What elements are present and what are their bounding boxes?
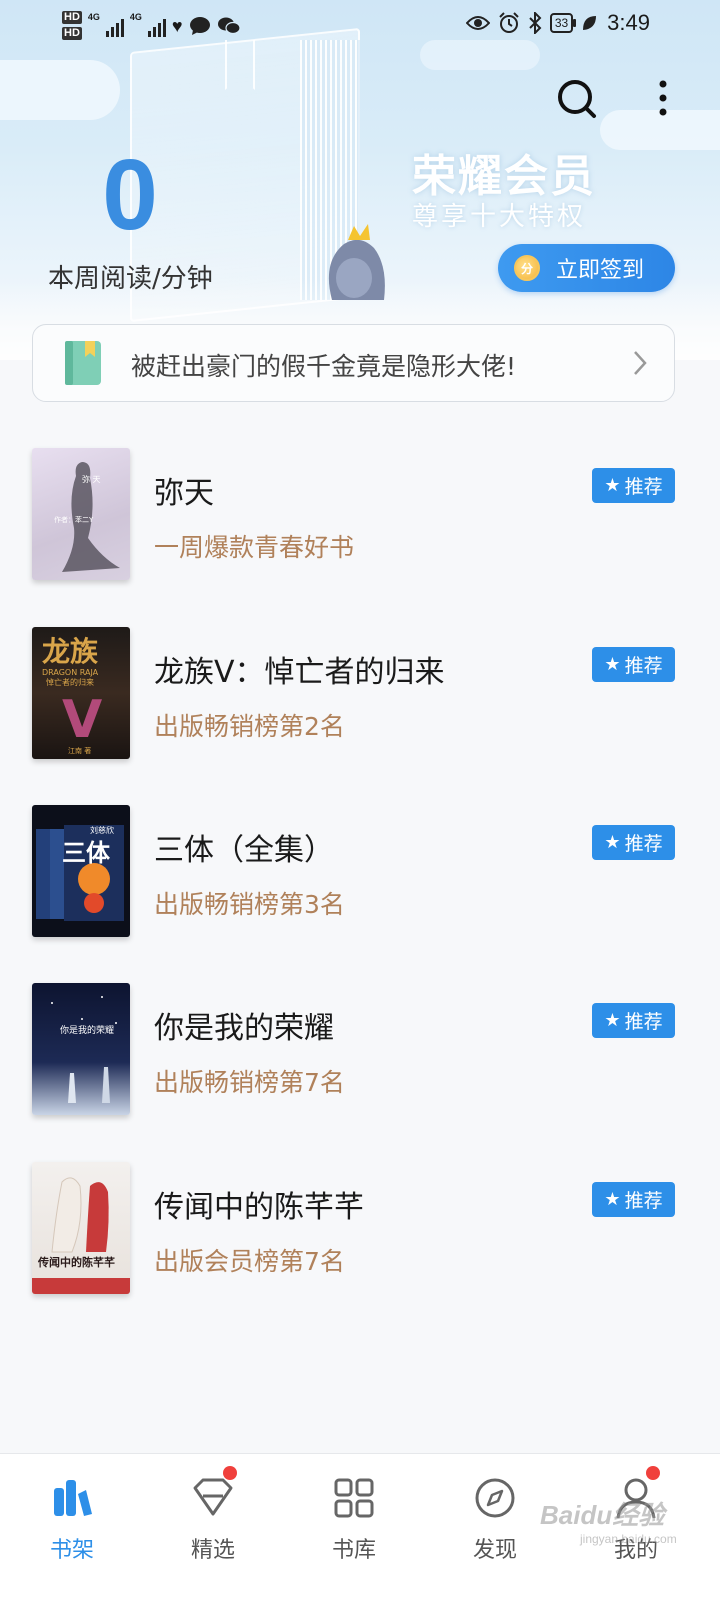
book-item[interactable]: 传闻中的陈芊芊 传闻中的陈芊芊 出版会员榜第7名 ★ 推荐 (0, 1162, 720, 1298)
star-icon: ★ (604, 653, 621, 675)
diamond-icon (193, 1478, 233, 1516)
network-type-2: 4G (129, 12, 142, 22)
star-icon: ★ (604, 1009, 621, 1031)
book-item[interactable]: 你是我的荣耀 你是我的荣耀 出版畅销榜第7名 ★ 推荐 (0, 983, 720, 1119)
recommend-badge: ★ 推荐 (592, 1182, 675, 1217)
alarm-icon (499, 12, 519, 33)
grid-icon (334, 1478, 374, 1518)
svg-text:作者：苯二Y: 作者：苯二Y (54, 515, 94, 524)
status-bar: HD HD 4G 4G ♥ 33 3:49 (0, 0, 720, 52)
star-icon: ★ (604, 474, 621, 496)
recommend-badge: ★ 推荐 (592, 825, 675, 860)
signal-icon (105, 15, 124, 37)
weekly-read-label: 本周阅读/分钟 (48, 264, 213, 294)
sign-in-button[interactable]: 分 立即签到 (498, 244, 675, 292)
svg-text:你是我的荣耀: 你是我的荣耀 (60, 1024, 114, 1036)
leaf-icon (583, 16, 597, 30)
hd-indicator: HD HD (62, 11, 82, 40)
search-icon (558, 80, 596, 118)
svg-text:刘慈欣: 刘慈欣 (90, 825, 114, 835)
book-item[interactable]: 刘慈欣 三体 三体（全集） 出版畅销榜第3名 ★ 推荐 (0, 805, 720, 941)
bluetooth-icon (529, 12, 542, 34)
nav-label: 书库 (331, 1538, 376, 1563)
signal-icon (147, 15, 166, 37)
bookshelf-icon (54, 1480, 92, 1516)
clock-time: 3:49 (607, 10, 650, 35)
book-title: 三体（全集） (154, 833, 334, 868)
vip-title[interactable]: 荣耀会员 (412, 140, 596, 204)
book-cover[interactable]: 传闻中的陈芊芊 (32, 1162, 130, 1294)
book-item[interactable]: 弥 天 作者：苯二Y 弥天 一周爆款青春好书 ★ 推荐 (0, 448, 720, 584)
book-cover[interactable]: 你是我的荣耀 (32, 983, 130, 1115)
message-icon (189, 16, 210, 35)
book-subtitle: 出版会员榜第7名 (154, 1247, 345, 1276)
notification-dot (223, 1466, 237, 1480)
banner-text: 被赶出豪门的假千金竟是隐形大佬! (131, 352, 517, 381)
recommend-badge: ★ 推荐 (592, 468, 675, 503)
battery-icon: 33 (549, 13, 577, 33)
mascot-illustration (328, 224, 385, 300)
book-item[interactable]: 龙族 DRAGON RAJA 悼亡者的归来 V 江南 著 龙族V：悼亡者的归来 … (0, 627, 720, 763)
more-vertical-icon (659, 80, 667, 116)
nav-tab-library[interactable]: 书库 (282, 1454, 426, 1600)
eye-icon (465, 16, 490, 30)
sign-in-label: 立即签到 (556, 258, 645, 283)
book-subtitle: 一周爆款青春好书 (154, 533, 355, 562)
recommend-banner[interactable]: 被赶出豪门的假千金竟是隐形大佬! (32, 324, 675, 402)
book-cover[interactable]: 弥 天 作者：苯二Y (32, 448, 130, 580)
wechat-icon (217, 17, 241, 34)
heart-rate-icon: ♥ (171, 15, 183, 36)
star-icon: ★ (604, 831, 621, 853)
recommend-badge: ★ 推荐 (592, 1003, 675, 1038)
svg-text:龙族: 龙族 (42, 635, 99, 668)
svg-text:V: V (62, 690, 102, 750)
svg-text:弥 天: 弥 天 (82, 474, 101, 484)
book-icon (65, 341, 101, 385)
svg-text:传闻中的陈芊芊: 传闻中的陈芊芊 (37, 1255, 115, 1269)
coin-icon: 分 (514, 255, 540, 281)
recommend-badge: ★ 推荐 (592, 647, 675, 682)
vip-subtitle[interactable]: 尊享十大特权 (412, 196, 586, 233)
nav-label: 精选 (190, 1538, 235, 1563)
book-title: 弥天 (154, 476, 214, 511)
network-type-1: 4G (87, 12, 100, 22)
book-title: 传闻中的陈芊芊 (154, 1190, 364, 1225)
svg-text:DRAGON RAJA: DRAGON RAJA (42, 668, 99, 677)
svg-text:悼亡者的归来: 悼亡者的归来 (46, 677, 94, 687)
book-subtitle: 出版畅销榜第7名 (154, 1068, 345, 1097)
book-cover[interactable]: 刘慈欣 三体 (32, 805, 130, 937)
watermark: Baidu经验 jingyan.baidu.com (540, 1500, 677, 1546)
svg-text:三体: 三体 (62, 839, 111, 867)
nav-tab-bookshelf[interactable]: 书架 (0, 1454, 144, 1600)
chevron-right-icon (634, 351, 647, 375)
weekly-read-minutes: 0 (102, 139, 158, 251)
book-subtitle: 出版畅销榜第2名 (154, 712, 345, 741)
book-title: 龙族V：悼亡者的归来 (154, 655, 445, 690)
book-cover[interactable]: 龙族 DRAGON RAJA 悼亡者的归来 V 江南 著 (32, 627, 130, 759)
svg-text:江南 著: 江南 著 (68, 746, 91, 755)
compass-icon (475, 1478, 515, 1518)
book-subtitle: 出版畅销榜第3名 (154, 890, 345, 919)
book-title: 你是我的荣耀 (154, 1011, 334, 1046)
star-icon: ★ (604, 1188, 621, 1210)
nav-tab-featured[interactable]: 精选 (141, 1454, 285, 1600)
more-options-button[interactable] (650, 78, 676, 120)
nav-label: 书架 (49, 1538, 94, 1563)
notification-dot (646, 1466, 660, 1480)
search-button[interactable] (556, 78, 598, 120)
